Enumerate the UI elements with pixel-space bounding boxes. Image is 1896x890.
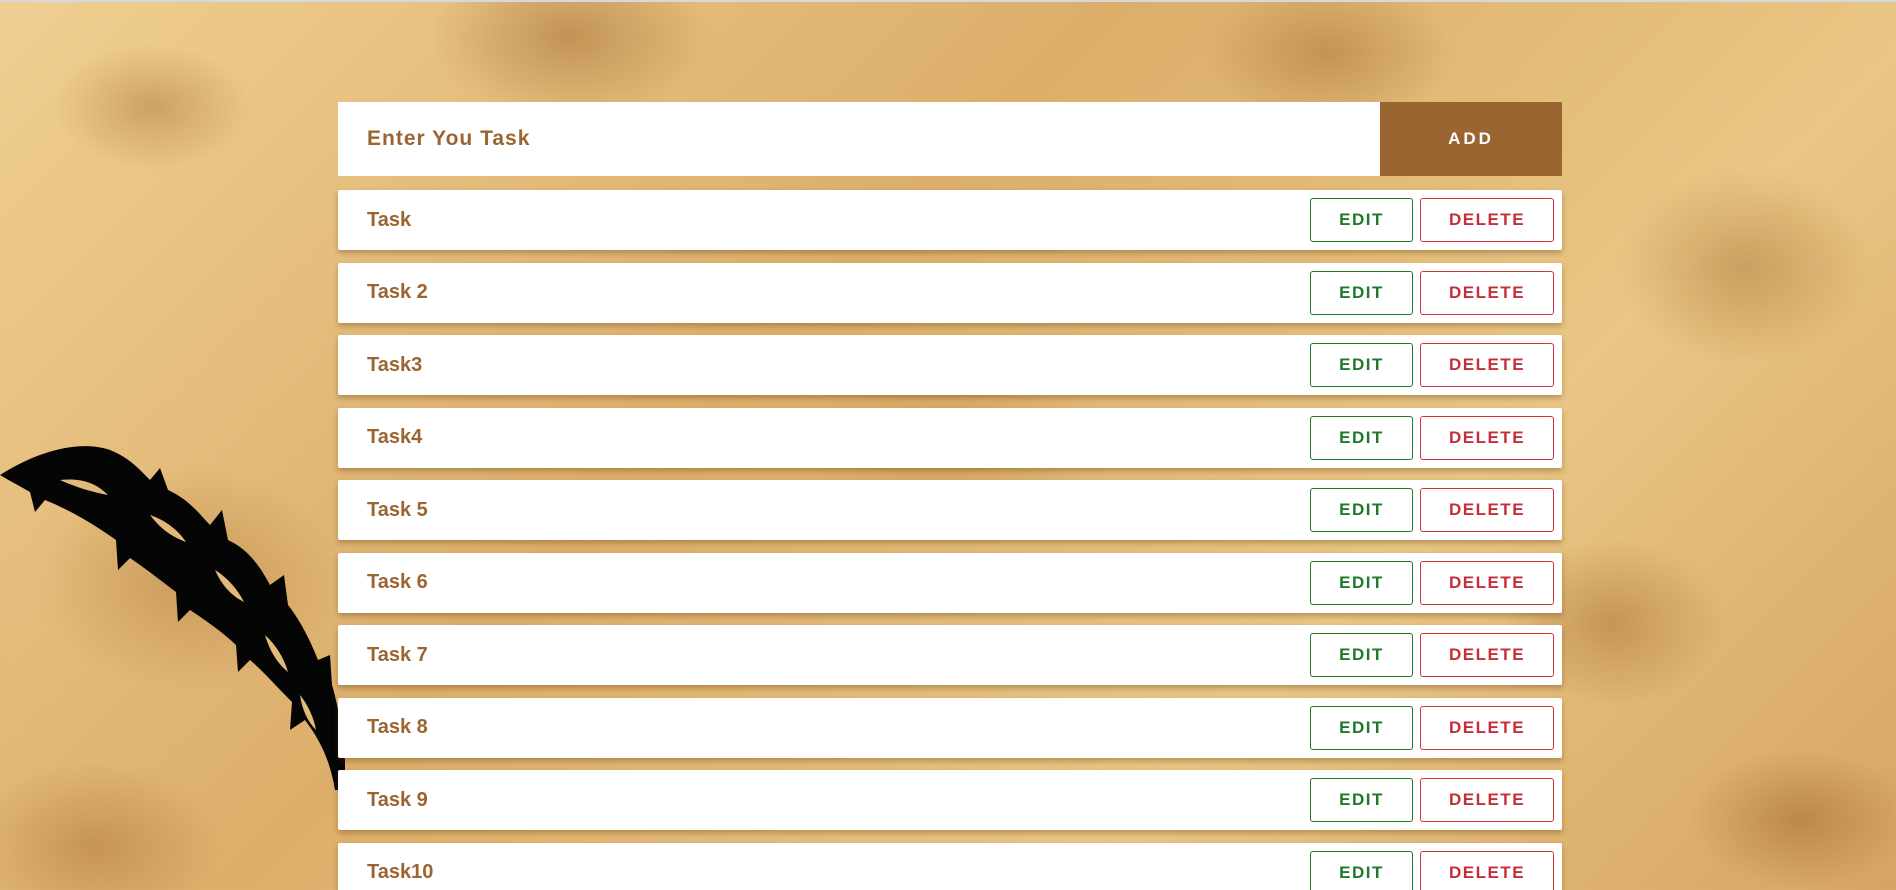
task-label: Task 7	[367, 643, 428, 666]
delete-button[interactable]: DELETE	[1420, 705, 1554, 750]
delete-button[interactable]: DELETE	[1420, 633, 1554, 677]
delete-button[interactable]: DELETE	[1420, 488, 1554, 532]
delete-button[interactable]: DELETE	[1420, 560, 1554, 605]
task-item: Task EDIT DELETE	[338, 190, 1562, 250]
task-item: Task 9 EDIT DELETE	[338, 770, 1562, 830]
task-item: Task 8 EDIT DELETE	[338, 697, 1562, 758]
feather-quill-icon	[0, 446, 345, 790]
task-item: Task3 EDIT DELETE	[338, 335, 1562, 395]
task-item: Task 5 EDIT DELETE	[338, 480, 1562, 540]
delete-button[interactable]: DELETE	[1420, 270, 1554, 315]
task-label: Task4	[367, 426, 423, 448]
task-label: Task 8	[367, 716, 428, 738]
task-item: Task 2 EDIT DELETE	[338, 262, 1562, 323]
edit-button[interactable]: EDIT	[1310, 705, 1413, 750]
task-label: Task 9	[367, 788, 428, 811]
delete-button[interactable]: DELETE	[1420, 415, 1554, 460]
task-label: Task 6	[367, 571, 428, 593]
task-label: Task	[367, 208, 412, 231]
edit-button[interactable]: EDIT	[1310, 560, 1413, 605]
edit-button[interactable]: EDIT	[1310, 198, 1413, 242]
task-label: Task3	[367, 353, 423, 376]
edit-button[interactable]: EDIT	[1310, 850, 1413, 890]
window-top-border	[0, 0, 1896, 2]
edit-button[interactable]: EDIT	[1310, 488, 1413, 532]
todo-container: ADD TaskEDITDELETETask 2EDITDELETETask3E…	[338, 102, 1562, 890]
edit-button[interactable]: EDIT	[1310, 633, 1413, 677]
task-item: Task 6 EDIT DELETE	[338, 552, 1562, 613]
task-label: Task10	[367, 861, 434, 883]
task-item: Task10 EDIT DELETE	[338, 842, 1562, 890]
task-label: Task 2	[367, 281, 428, 303]
task-input-row: ADD	[338, 102, 1562, 176]
task-item: Task 7 EDIT DELETE	[338, 625, 1562, 685]
edit-button[interactable]: EDIT	[1310, 343, 1413, 387]
delete-button[interactable]: DELETE	[1420, 343, 1554, 387]
task-item: Task4 EDIT DELETE	[338, 407, 1562, 468]
task-input[interactable]	[338, 102, 1380, 176]
edit-button[interactable]: EDIT	[1310, 270, 1413, 315]
delete-button[interactable]: DELETE	[1420, 198, 1554, 242]
task-list: Task EDIT DELETE Task 2 EDIT DELETE Task3 EDIT D…	[338, 190, 1562, 890]
delete-button[interactable]: DELETE	[1420, 850, 1554, 890]
add-button[interactable]: ADD	[1380, 102, 1562, 176]
delete-button[interactable]: DELETE	[1420, 778, 1554, 822]
edit-button[interactable]: EDIT	[1310, 778, 1413, 822]
edit-button[interactable]: EDIT	[1310, 415, 1413, 460]
task-label: Task 5	[367, 498, 428, 521]
